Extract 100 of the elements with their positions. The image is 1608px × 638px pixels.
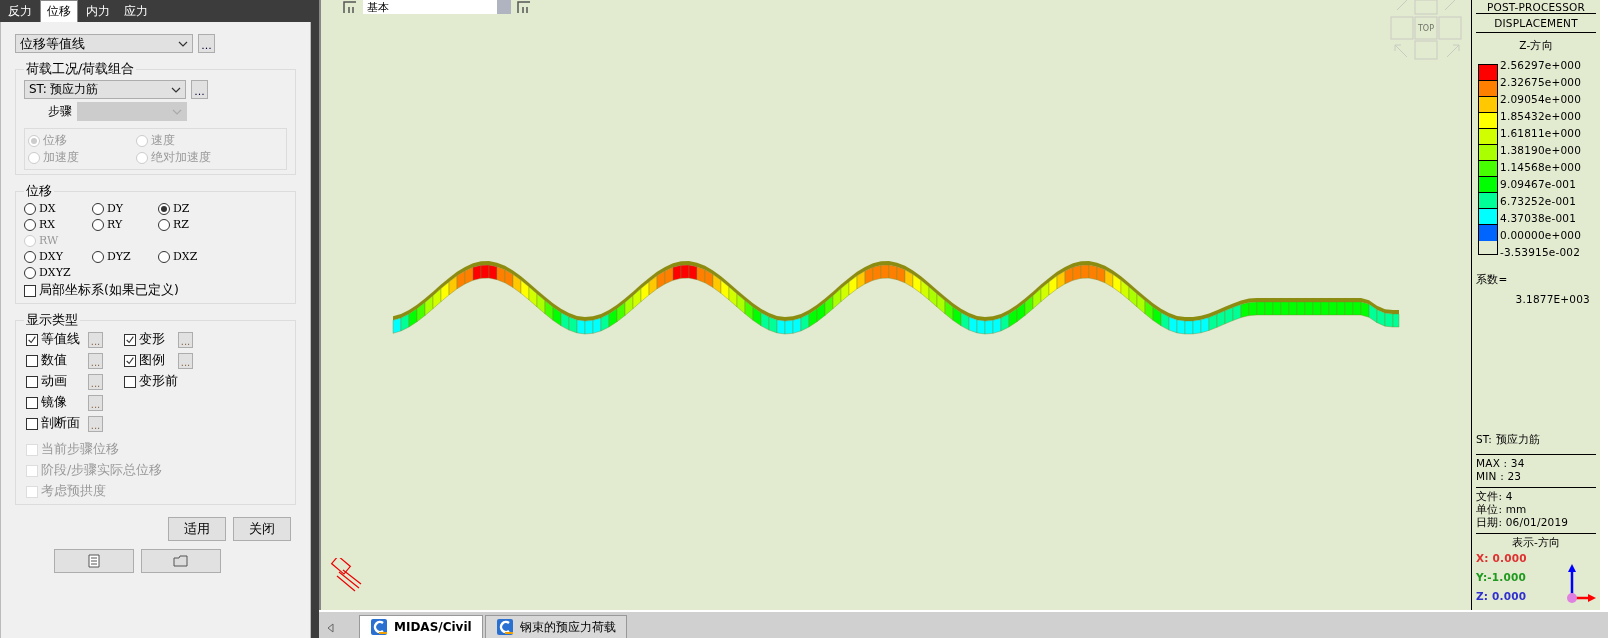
scale-value: 2.32675e+000 [1500,75,1582,90]
legend-subtitle: DISPLACEMENT [1476,14,1596,33]
checkbox-option[interactable]: 数值 [26,352,88,369]
checkbox[interactable] [26,417,38,430]
date-info: 日期: 06/01/2019 [1476,516,1570,529]
document-icon [87,554,101,568]
scale-value: 6.73252e-001 [1500,194,1578,209]
scale-value: 0.00000e+000 [1500,228,1582,243]
checkbox[interactable] [26,354,38,367]
document-tab[interactable]: 钢束的预应力荷载 [484,615,627,638]
radio-button[interactable] [92,218,104,231]
radio-button[interactable] [158,202,170,215]
checkbox[interactable] [124,333,136,346]
caret-icon [172,108,182,115]
checkbox-option[interactable]: 动画 [26,373,88,390]
unit-info: 单位: mm [1476,503,1528,516]
caret-icon [178,40,188,47]
frame-icon [343,0,357,14]
radio-button[interactable] [24,218,36,231]
view-direction-title: 表示-方向 [1476,533,1596,549]
more-button[interactable]: ... [198,34,215,53]
result-type-dropdown[interactable]: 位移等值线 [15,34,193,53]
radio-option[interactable]: DY [92,202,158,215]
checkbox-option[interactable]: 变形 [124,331,178,348]
checkbox[interactable] [26,375,38,388]
group-title: 位移 [25,183,53,200]
checkbox-option[interactable]: 镜像 [26,394,88,411]
radio-option[interactable]: RZ [158,218,218,231]
checkbox-option[interactable]: 局部坐标系(如果已定义) [24,282,287,299]
group-title: 荷载工况/荷载组合 [25,61,136,78]
coordinate-value: Y:-1.000 [1476,570,1527,585]
load-case-dropdown[interactable]: ST: 预应力筋 [24,80,186,99]
checkbox[interactable] [124,375,136,388]
more-button[interactable]: ... [191,80,208,99]
app-icon [495,618,514,636]
options-button[interactable]: ... [88,415,103,432]
checkbox-option[interactable]: 图例 [124,352,178,369]
group-title: 显示类型 [25,312,79,329]
scale-value: 1.14568e+000 [1500,160,1582,175]
radio-option[interactable]: DZ [158,202,218,215]
checkbox[interactable] [26,333,38,346]
options-button[interactable]: ... [88,373,103,390]
scale-value: 4.37038e-001 [1500,211,1578,226]
radio-option[interactable]: DYZ [92,250,158,263]
radio-option[interactable]: DXZ [158,250,218,263]
app-icon [370,618,388,636]
file-info: 文件: 4 [1476,490,1514,503]
document-tab[interactable]: MIDAS/Civil [359,615,483,638]
radio-button[interactable] [92,250,104,263]
legend-direction: Z-方向 [1518,38,1554,53]
load-case-name: ST: 预应力筋 [1476,433,1542,447]
panel-tab[interactable]: 反力 [2,1,38,22]
scale-value: -3.53915e-002 [1500,245,1582,260]
checkbox-option[interactable]: 等值线 [26,331,88,348]
radio-button[interactable] [24,266,36,279]
scale-value: 1.38190e+000 [1500,143,1582,158]
radio-option[interactable]: DX [24,202,92,215]
radio-option[interactable]: DXY [24,250,92,263]
view-cube[interactable]: TOP [1389,0,1469,65]
checkbox[interactable] [124,354,136,367]
view-dropdown[interactable]: 基本 [363,0,511,14]
coordinate-value: Z: 0.000 [1476,589,1527,604]
radio-button[interactable] [24,202,36,215]
legend-header: POST-PROCESSOR [1486,1,1586,13]
scale-value: 1.85432e+000 [1500,109,1582,124]
panel-tab[interactable]: 位移 [40,0,78,22]
radio-button[interactable] [158,250,170,263]
radio-option[interactable]: RY [92,218,158,231]
checkbox[interactable] [24,284,36,297]
radio-button[interactable] [92,202,104,215]
options-button[interactable]: ... [178,352,193,369]
radio-button[interactable] [158,218,170,231]
caret-icon [171,86,181,93]
checkbox-option[interactable]: 变形前 [124,373,178,390]
factor-label: 系数= [1476,273,1509,287]
dialog-button[interactable]: 适用 [168,517,226,541]
options-button[interactable]: ... [88,394,103,411]
radio-option[interactable]: DXYZ [24,266,92,279]
scale-value: 2.56297e+000 [1500,58,1582,73]
coordinate-value: X: 0.000 [1476,551,1527,566]
checkbox-option[interactable]: 剖断面 [26,415,88,432]
min-value: MIN : 23 [1476,470,1523,483]
scroll-left-icon[interactable] [325,622,337,634]
scale-value: 9.09467e-001 [1500,177,1578,192]
radio-button[interactable] [24,250,36,263]
folder-icon [173,554,189,568]
checkbox[interactable] [26,396,38,409]
scale-value: 1.61811e+000 [1500,126,1582,141]
document-button[interactable] [54,549,134,573]
options-button[interactable]: ... [88,331,103,348]
view-label: TOP [1418,24,1434,33]
panel-tab[interactable]: 应力 [118,1,154,22]
options-button[interactable]: ... [88,352,103,369]
frame-icon [517,0,531,14]
dialog-button[interactable]: 关闭 [233,517,291,541]
options-button[interactable]: ... [178,331,193,348]
radio-option[interactable]: RX [24,218,92,231]
panel-tab[interactable]: 内力 [80,1,116,22]
max-value: MAX : 34 [1476,457,1526,470]
step-label: 步骤 [48,103,72,120]
